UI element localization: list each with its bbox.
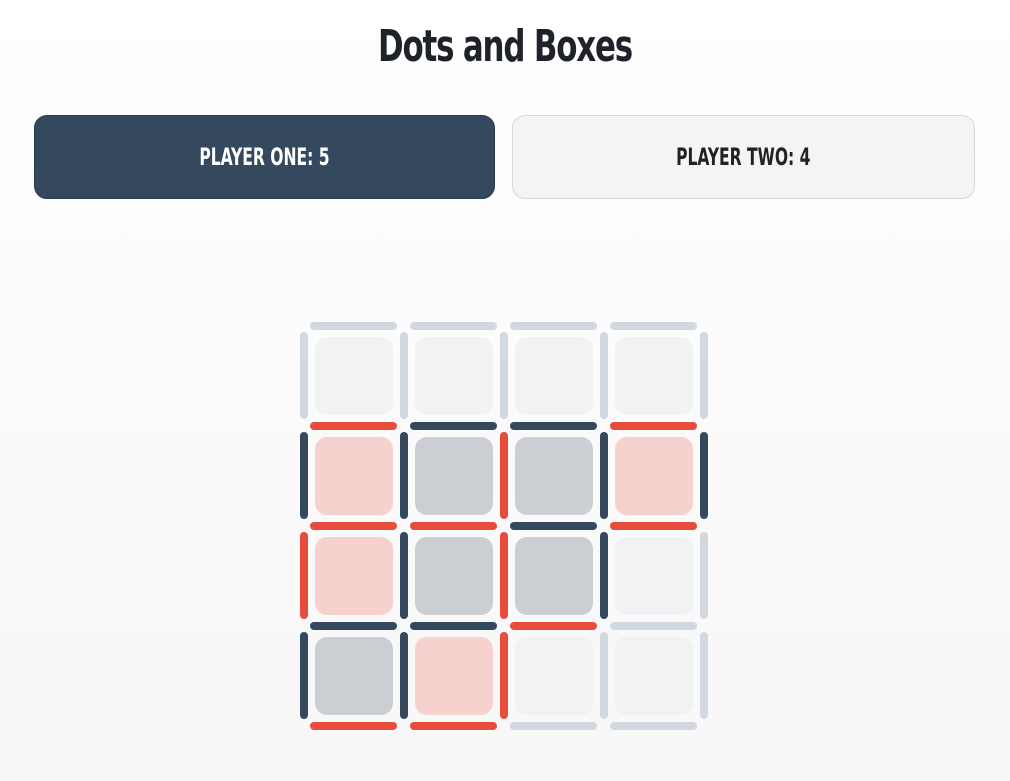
v-line-r3-c1[interactable] [400, 632, 408, 719]
v-line-r2-c0[interactable] [300, 532, 308, 619]
v-line-r1-c3[interactable] [600, 432, 608, 519]
v-line-r3-c2[interactable] [500, 632, 508, 719]
h-line-r4-c1[interactable] [410, 722, 497, 730]
h-line-r3-c3[interactable] [610, 622, 697, 630]
box-r1-c2 [515, 437, 593, 515]
h-line-r4-c2[interactable] [510, 722, 597, 730]
v-line-r2-c2[interactable] [500, 532, 508, 619]
h-line-r3-c2[interactable] [510, 622, 597, 630]
player-two-score: PLAYER TWO: 4 [676, 143, 811, 171]
h-line-r0-c3[interactable] [610, 322, 697, 330]
box-r3-c3 [615, 637, 693, 715]
v-line-r0-c4[interactable] [700, 332, 708, 419]
box-r3-c2 [515, 637, 593, 715]
v-line-r1-c1[interactable] [400, 432, 408, 519]
v-line-r0-c1[interactable] [400, 332, 408, 419]
h-line-r3-c0[interactable] [310, 622, 397, 630]
h-line-r1-c0[interactable] [310, 422, 397, 430]
box-r0-c1 [415, 337, 493, 415]
v-line-r2-c1[interactable] [400, 532, 408, 619]
box-r2-c0 [315, 537, 393, 615]
h-line-r2-c0[interactable] [310, 522, 397, 530]
h-line-r2-c2[interactable] [510, 522, 597, 530]
v-line-r0-c0[interactable] [300, 332, 308, 419]
h-line-r4-c0[interactable] [310, 722, 397, 730]
v-line-r2-c3[interactable] [600, 532, 608, 619]
player-one-score-panel: PLAYER ONE: 5 [34, 115, 495, 199]
player-two-score-panel: PLAYER TWO: 4 [512, 115, 975, 199]
box-r0-c2 [515, 337, 593, 415]
h-line-r1-c3[interactable] [610, 422, 697, 430]
v-line-r1-c0[interactable] [300, 432, 308, 519]
box-r1-c1 [415, 437, 493, 515]
h-line-r2-c3[interactable] [610, 522, 697, 530]
page-title: Dots and Boxes [377, 21, 633, 72]
v-line-r0-c3[interactable] [600, 332, 608, 419]
box-r2-c2 [515, 537, 593, 615]
box-r1-c3 [615, 437, 693, 515]
h-line-r0-c1[interactable] [410, 322, 497, 330]
v-line-r3-c0[interactable] [300, 632, 308, 719]
box-r2-c1 [415, 537, 493, 615]
v-line-r2-c4[interactable] [700, 532, 708, 619]
box-r1-c0 [315, 437, 393, 515]
h-line-r1-c2[interactable] [510, 422, 597, 430]
h-line-r2-c1[interactable] [410, 522, 497, 530]
box-r3-c1 [415, 637, 493, 715]
h-line-r1-c1[interactable] [410, 422, 497, 430]
v-line-r0-c2[interactable] [500, 332, 508, 419]
box-r0-c3 [615, 337, 693, 415]
h-line-r3-c1[interactable] [410, 622, 497, 630]
v-line-r1-c4[interactable] [700, 432, 708, 519]
player-one-score: PLAYER ONE: 5 [199, 143, 330, 171]
v-line-r3-c3[interactable] [600, 632, 608, 719]
box-r2-c3 [615, 537, 693, 615]
h-line-r4-c3[interactable] [610, 722, 697, 730]
v-line-r1-c2[interactable] [500, 432, 508, 519]
box-r3-c0 [315, 637, 393, 715]
box-r0-c0 [315, 337, 393, 415]
h-line-r0-c2[interactable] [510, 322, 597, 330]
h-line-r0-c0[interactable] [310, 322, 397, 330]
v-line-r3-c4[interactable] [700, 632, 708, 719]
